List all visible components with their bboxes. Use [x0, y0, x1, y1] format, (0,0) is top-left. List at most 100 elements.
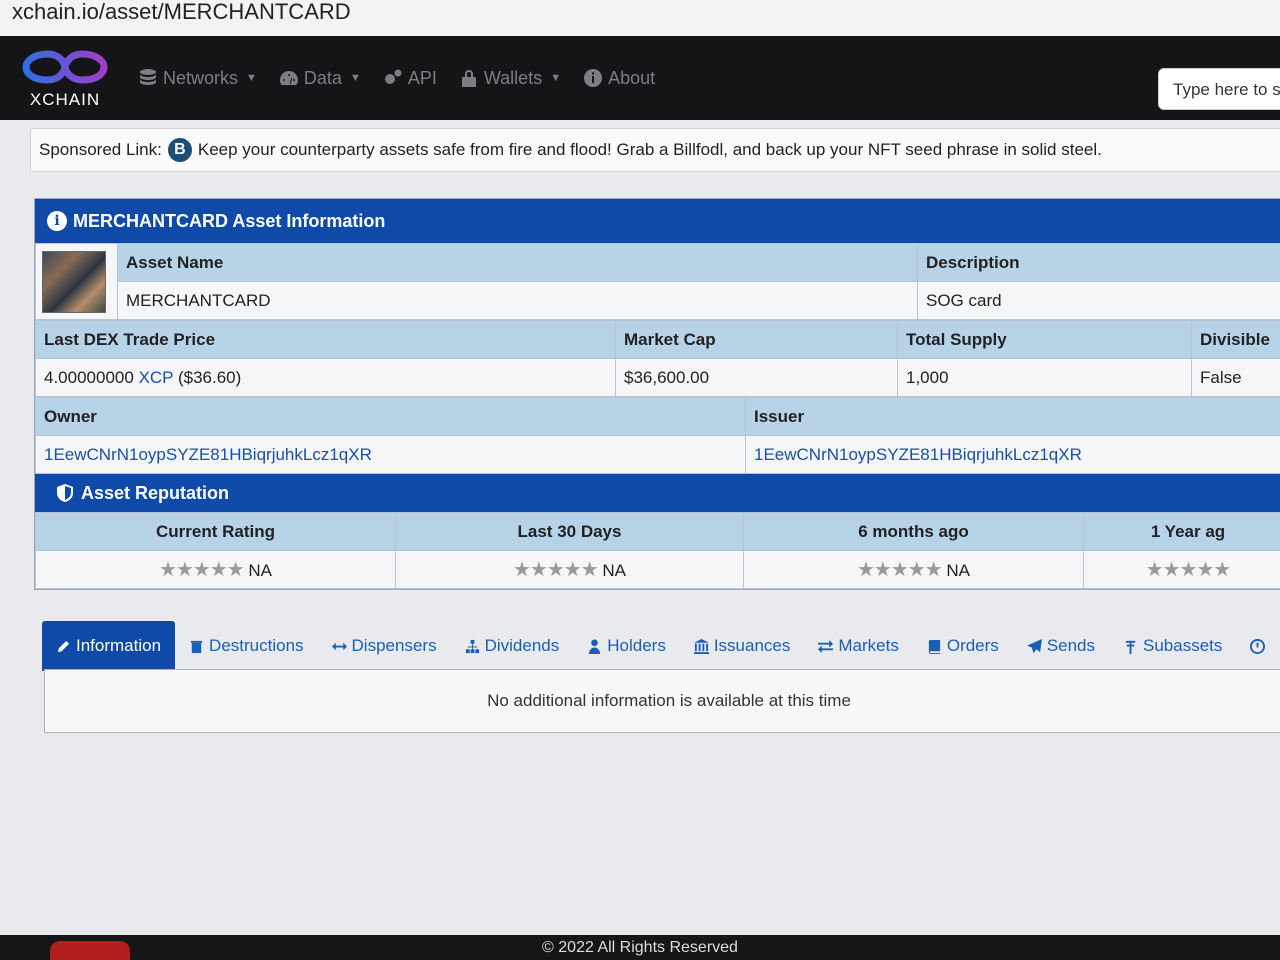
- total-supply-header: Total Supply: [897, 320, 1192, 359]
- address-bar[interactable]: xchain.io/asset/MERCHANTCARD: [0, 0, 1280, 36]
- nav-data-label: Data: [303, 67, 342, 88]
- top-navbar: XCHAIN Networks ▼ Data ▼ API Wallets ▼ Abou…: [0, 36, 1280, 120]
- tab-content-message: No additional information is available a…: [487, 691, 851, 710]
- tab-markets[interactable]: Markets: [804, 621, 912, 671]
- tab-issuances-label: Issuances: [713, 636, 791, 655]
- xcp-link[interactable]: XCP: [139, 368, 174, 387]
- tab-orders-label: Orders: [946, 636, 999, 655]
- user-icon: [589, 638, 601, 654]
- asset-name-value: MERCHANTCARD: [117, 281, 918, 320]
- nav-data[interactable]: Data ▼: [279, 68, 361, 89]
- paper-plane-icon: [1026, 638, 1042, 653]
- star-rating-icon: ★★★★★: [512, 559, 599, 581]
- issuer-address-link[interactable]: 1EewCNrN1oypSYZE81HBiqrjuhkLcz1qXR: [745, 435, 1280, 474]
- asset-info-title: MERCHANTCARD Asset Information: [73, 210, 386, 231]
- database-icon: [140, 69, 156, 85]
- tab-holders-label: Holders: [607, 636, 666, 655]
- tab-dispensers-label: Dispensers: [351, 636, 437, 655]
- owner-header: Owner: [35, 397, 746, 436]
- footer-copyright: © 2022 All Rights Reserved: [542, 938, 738, 956]
- last-30-days-value: NA: [602, 561, 626, 580]
- asset-thumbnail[interactable]: [42, 250, 106, 313]
- chevron-down-icon: ▼: [246, 72, 257, 84]
- tab-markets-label: Markets: [838, 636, 899, 655]
- owner-issuer-table: Owner Issuer 1EewCNrN1oypSYZE81HBiqrjuhk…: [35, 397, 1280, 474]
- tab-destructions-label: Destructions: [209, 636, 304, 655]
- last-30-days-header: Last 30 Days: [395, 512, 744, 551]
- market-cap-value: $36,600.00: [615, 358, 898, 397]
- tab-destructions[interactable]: Destructions: [175, 621, 317, 671]
- current-rating-header: Current Rating: [35, 512, 396, 551]
- tab-sends[interactable]: Sends: [1013, 621, 1109, 671]
- star-rating-icon: ★★★★★: [856, 559, 943, 581]
- last-price-header: Last DEX Trade Price: [35, 320, 616, 359]
- sitemap-icon: [465, 639, 479, 653]
- exchange-icon: [818, 639, 834, 653]
- nav-api[interactable]: API: [383, 68, 437, 89]
- info-icon: i: [47, 211, 67, 231]
- nav-api-label: API: [407, 67, 437, 88]
- tab-holders[interactable]: Holders: [573, 621, 680, 671]
- search-input[interactable]: Type here to se: [1158, 68, 1280, 110]
- bank-icon: [693, 638, 709, 654]
- search-placeholder: Type here to se: [1173, 80, 1280, 99]
- tab-information-label: Information: [76, 636, 162, 655]
- star-rating-icon: ★★★★★: [1145, 559, 1232, 581]
- tab-dividends-label: Dividends: [484, 636, 560, 655]
- six-months-header: 6 months ago: [743, 512, 1084, 551]
- pencil-icon: [57, 640, 70, 652]
- reputation-title: Asset Reputation: [81, 482, 230, 503]
- chevron-down-icon: ▼: [550, 72, 562, 84]
- tab-issuances[interactable]: Issuances: [680, 621, 805, 671]
- reputation-table: Current Rating Last 30 Days 6 months ago…: [35, 512, 1280, 589]
- reputation-header: Asset Reputation: [35, 474, 1280, 512]
- asset-thumbnail-cell: [35, 243, 118, 320]
- book-icon: [928, 639, 940, 654]
- issuer-header: Issuer: [745, 397, 1280, 436]
- xchain-logo[interactable]: XCHAIN: [0, 36, 120, 120]
- tab-dispensers[interactable]: Dispensers: [318, 621, 451, 671]
- tab-dividends[interactable]: Dividends: [451, 621, 574, 671]
- trash-icon: [190, 640, 203, 653]
- footer: © 2022 All Rights Reserved: [0, 935, 1280, 960]
- divisible-value: False: [1191, 358, 1280, 397]
- dashboard-icon: [279, 71, 298, 85]
- tab-sends-label: Sends: [1046, 636, 1096, 655]
- divisible-header: Divisible: [1191, 320, 1280, 359]
- nav-menu: Networks ▼ Data ▼ API Wallets ▼ About: [138, 68, 655, 89]
- total-supply-value: 1,000: [897, 358, 1192, 397]
- url-text: xchain.io/asset/MERCHANTCARD: [12, 0, 351, 24]
- last-30-days-cell: ★★★★★ NA: [395, 550, 744, 589]
- last-price-cell: 4.00000000 XCP ($36.60): [35, 358, 616, 397]
- asset-name-table: Asset Name Description MERCHANTCARD SOG …: [35, 243, 1280, 320]
- tab-subassets-label: Subassets: [1143, 636, 1223, 655]
- description-header: Description: [917, 243, 1280, 282]
- asset-info-panel: i MERCHANTCARD Asset Information Asset N…: [34, 198, 1280, 590]
- tab-information[interactable]: Information: [42, 621, 176, 671]
- nav-wallets[interactable]: Wallets ▼: [459, 68, 561, 89]
- sponsored-link-bar[interactable]: Sponsored Link: B Keep your counterparty…: [30, 128, 1280, 172]
- billfodl-icon: B: [167, 138, 192, 162]
- six-months-cell: ★★★★★ NA: [743, 550, 1084, 589]
- nav-networks-label: Networks: [163, 67, 239, 88]
- nav-about[interactable]: About: [583, 68, 655, 89]
- nav-networks[interactable]: Networks ▼: [138, 68, 257, 89]
- chevron-down-icon: ▼: [349, 72, 361, 84]
- description-value: SOG card: [917, 281, 1280, 320]
- nav-about-label: About: [608, 67, 656, 88]
- info-icon: [584, 69, 603, 87]
- tab-subassets[interactable]: Subassets: [1109, 621, 1236, 671]
- arrows-horizontal-icon: [331, 642, 347, 650]
- tab-more[interactable]: [1236, 621, 1279, 671]
- current-rating-value: NA: [248, 561, 272, 580]
- clock-icon: [1250, 638, 1266, 654]
- asset-info-header: i MERCHANTCARD Asset Information: [35, 199, 1280, 243]
- gears-icon: [384, 69, 402, 84]
- asset-name-header: Asset Name: [117, 243, 918, 282]
- six-months-value: NA: [946, 561, 970, 580]
- brand-text: XCHAIN: [29, 90, 101, 109]
- owner-address-link[interactable]: 1EewCNrN1oypSYZE81HBiqrjuhkLcz1qXR: [35, 435, 746, 474]
- tab-orders[interactable]: Orders: [913, 621, 1013, 671]
- one-year-cell: ★★★★★: [1083, 550, 1280, 589]
- shield-icon: [57, 484, 73, 502]
